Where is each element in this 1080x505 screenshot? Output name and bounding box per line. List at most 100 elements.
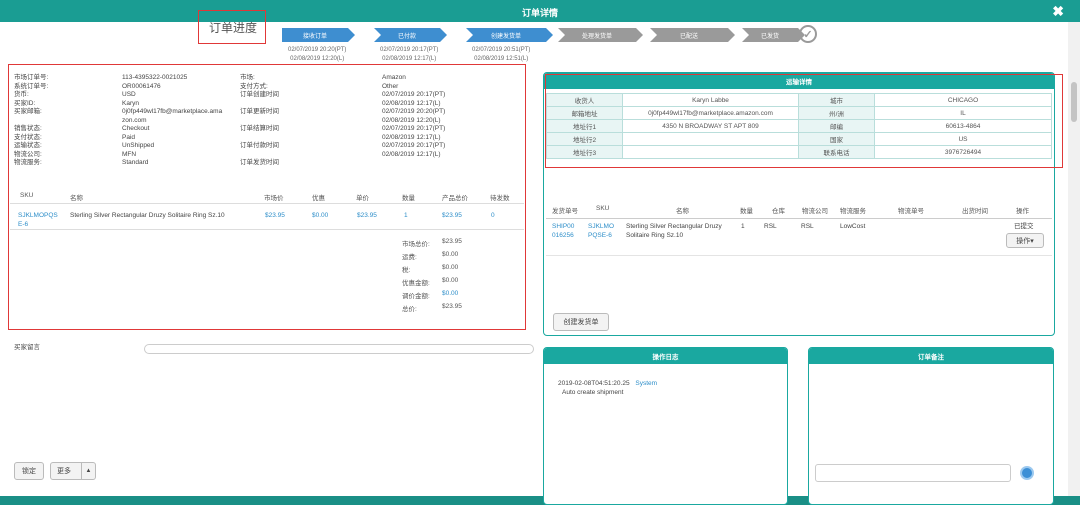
item-name: Sterling Silver Rectangular Druzy Solita… <box>70 212 225 219</box>
item-sku-link[interactable]: SJKLMOPQS E-6 <box>18 212 62 229</box>
info-value: 02/08/2019 12:20(L) <box>382 116 441 124</box>
info-value: Karyn <box>122 99 139 107</box>
step-label: 创建发货单 <box>490 33 521 40</box>
col-shipment-no: 发货单号 <box>552 208 578 215</box>
shipment-service: LowCost <box>840 223 866 230</box>
info-label: 订单创建时间 <box>240 91 279 98</box>
caret-up-icon: ▲ <box>81 463 95 479</box>
table-divider <box>10 203 524 204</box>
info-value: USD <box>122 91 136 98</box>
info-label: 买家邮箱: <box>14 108 42 115</box>
operation-log-title: 操作日志 <box>544 348 787 364</box>
info-label <box>240 117 340 126</box>
summary-value: $23.95 <box>442 238 462 245</box>
shipment-item-name: Sterling Silver Rectangular Druzy Solita… <box>626 223 722 239</box>
order-note-input[interactable] <box>815 464 1011 482</box>
table-divider <box>546 218 1052 219</box>
more-button-label: 更多 <box>57 468 71 475</box>
step-received: 接收订单 <box>282 28 355 42</box>
info-value: 02/07/2019 20:17(PT) <box>382 91 446 98</box>
info-value: Standard <box>122 159 149 166</box>
col-name: 名称 <box>70 195 83 202</box>
progress-label: 订单进度 <box>208 20 257 35</box>
order-info-labels-2: 市场: 支付方式: 订单创建时间 订单更新时间 订单结算时间 订单付款时间 订单… <box>240 74 340 168</box>
buyer-message-input[interactable] <box>144 344 534 354</box>
info-value: Amazon <box>382 74 406 81</box>
summary-label: 优惠金额: <box>402 280 430 287</box>
info-value: 02/08/2019 12:17(L) <box>382 133 441 141</box>
date-line: 02/08/2019 12:17(L) <box>382 56 437 62</box>
shipment-no-link[interactable]: SHIP00 016256 <box>552 223 586 240</box>
scrollbar[interactable] <box>1068 22 1080 496</box>
summary-label: 税: <box>402 267 411 274</box>
step-delivered: 已配送 <box>650 28 735 42</box>
info-label: 订单付款时间 <box>240 142 279 149</box>
summary-label: 总价: <box>402 306 417 313</box>
summary-value: $0.00 <box>442 264 459 271</box>
item-discount: $0.00 <box>312 212 329 219</box>
date-line: 02/07/2019 20:17(PT) <box>380 47 439 53</box>
shipment-warehouse: RSL <box>764 223 777 230</box>
summary-value: $23.95 <box>442 303 462 310</box>
date-line: 02/08/2019 12:51(L) <box>474 56 529 62</box>
window-titlebar: 订单详情 ✖ <box>0 0 1080 22</box>
table-divider <box>546 255 1052 256</box>
shipment-action-dropdown[interactable]: 操作▾ <box>1006 233 1044 248</box>
step-dates: 02/07/2019 20:20(PT) 02/08/2019 12:20(L) <box>288 46 346 64</box>
info-label: 买家ID: <box>14 99 36 107</box>
info-label: 运输状态: <box>14 142 42 149</box>
shipment-sku-link[interactable]: SJKLMO PQSE-6 <box>588 223 622 240</box>
col-qty: 数量 <box>740 208 753 215</box>
summary-row: 运费: $0.00 <box>402 251 458 261</box>
date-line: 02/07/2019 20:20(PT) <box>288 47 347 53</box>
buyer-message-label: 买家留言 <box>14 344 40 351</box>
log-text: Auto create shipment <box>562 388 624 396</box>
col-action: 操作 <box>1016 208 1029 215</box>
col-name: 名称 <box>676 208 689 215</box>
info-label: 支付方式: <box>240 82 268 90</box>
info-value: 02/07/2019 20:20(PT) <box>382 108 446 115</box>
item-pending: 0 <box>491 212 495 219</box>
summary-label: 运费: <box>402 254 417 261</box>
info-label: 订单结算时间 <box>240 125 279 132</box>
step-label: 已付款 <box>397 33 416 40</box>
info-label: 订单发货时间 <box>240 159 279 166</box>
scrollbar-thumb[interactable] <box>1071 82 1077 122</box>
summary-value: $0.00 <box>442 251 459 258</box>
window-title: 订单详情 <box>521 8 558 18</box>
add-note-icon[interactable] <box>1020 466 1034 480</box>
order-info-values: 113-4395322-0021025 OR00061476 USD Karyn… <box>122 74 242 168</box>
col-sku: SKU <box>596 205 610 212</box>
lock-button[interactable]: 锁定 <box>14 462 44 480</box>
info-label <box>14 117 114 126</box>
date-line: 02/07/2019 20:51(PT) <box>472 47 531 53</box>
info-label: 物流服务: <box>14 159 42 166</box>
summary-value: $0.00 <box>442 277 459 284</box>
order-note-title: 订单备注 <box>809 348 1053 364</box>
order-detail-modal: 订单进度 接收订单 已付款 创建发货单 处理发货单 已配送 已发货 ✓ 02/0… <box>0 10 1068 505</box>
col-unit-price: 单价 <box>356 195 369 202</box>
info-label: 市场: <box>240 74 255 81</box>
info-label: 系统订单号: <box>14 82 49 90</box>
info-value: 0j0fp449wl17fb@marketplace.ama <box>122 108 223 115</box>
create-shipment-button[interactable]: 创建发货单 <box>553 313 609 331</box>
col-service: 物流服务 <box>840 208 866 215</box>
info-label <box>240 151 340 160</box>
col-tracking: 物流单号 <box>898 208 924 215</box>
col-ship-time: 出货时间 <box>962 208 988 215</box>
close-icon[interactable]: ✖ <box>1052 3 1064 20</box>
item-qty: 1 <box>404 212 408 219</box>
info-value: OR00061476 <box>122 82 161 90</box>
info-value: Paid <box>122 133 136 141</box>
check-circle-icon: ✓ <box>799 25 817 43</box>
summary-label: 调价金额: <box>402 293 430 300</box>
date-line: 02/08/2019 12:20(L) <box>290 56 345 62</box>
info-label: 订单更新时间 <box>240 108 279 115</box>
info-value: Checkout <box>122 125 150 132</box>
step-dates: 02/07/2019 20:17(PT) 02/08/2019 12:17(L) <box>380 46 438 64</box>
step-process-shipment: 处理发货单 <box>558 28 643 42</box>
col-discount: 优惠 <box>312 195 325 202</box>
more-button[interactable]: 更多 ▲ <box>50 462 96 480</box>
summary-row: 税: $0.00 <box>402 264 458 274</box>
info-value: zon.com <box>122 116 147 124</box>
